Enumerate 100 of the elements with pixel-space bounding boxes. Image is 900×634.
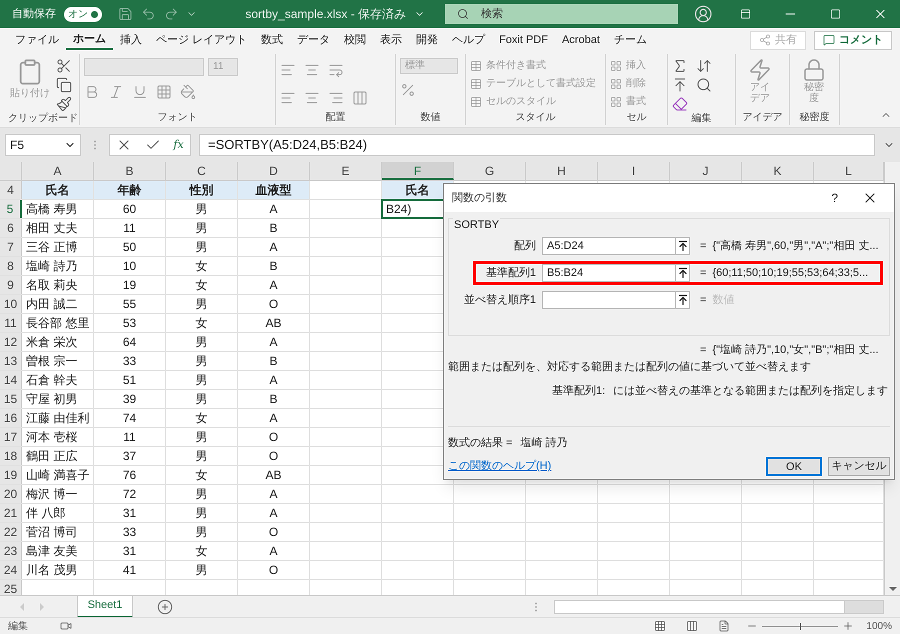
align-icon[interactable] [280,62,296,78]
ribbon-display-icon[interactable] [740,8,752,20]
row-header[interactable]: 11 [0,314,22,332]
zoom-in-icon[interactable] [842,620,854,632]
row-header[interactable]: 12 [0,333,22,351]
grid-icon[interactable] [610,60,622,72]
collapse-dialog-icon[interactable] [675,292,689,308]
scroll-down-icon[interactable] [888,587,896,591]
menu-tab[interactable]: データ [290,30,338,50]
collapse-dialog-icon[interactable] [675,265,689,281]
eraser-icon[interactable] [672,96,688,112]
row-header[interactable]: 23 [0,542,22,560]
page-break-icon[interactable] [718,620,730,632]
help-button[interactable]: ? [831,189,838,207]
maximize-icon[interactable] [830,8,842,20]
underline-icon[interactable] [132,84,148,100]
row-header[interactable]: 7 [0,238,22,256]
column-header[interactable]: K [742,162,814,180]
wrap-icon[interactable] [328,62,344,78]
horizontal-scrollbar[interactable] [554,600,884,614]
row-header[interactable]: 6 [0,219,22,237]
argument-field[interactable]: A5:D24 [542,237,690,255]
search-field[interactable]: 検索 [445,4,678,24]
ok-button[interactable]: OK [766,457,822,476]
copy-icon[interactable] [56,77,72,93]
header-cell: 血液型 [256,183,292,197]
row-header[interactable]: 21 [0,504,22,522]
menu-tab[interactable]: ページ レイアウト [149,30,254,50]
menu-tab[interactable]: 校閲 [337,30,374,50]
fill-color-icon[interactable] [180,84,196,100]
menu-tab[interactable]: チーム [606,30,654,50]
argument-field[interactable]: B5:B24 [542,264,690,282]
column-header[interactable]: B [94,162,166,180]
help-link[interactable]: この関数のヘルプ(H) [448,458,552,475]
autosave-toggle[interactable]: オン [64,6,102,22]
row-header[interactable]: 13 [0,352,22,370]
macro-record-icon[interactable] [60,620,72,632]
align-right-icon[interactable] [328,90,344,106]
menu-tab[interactable]: 挿入 [113,30,149,50]
row-header[interactable]: 9 [0,276,22,294]
collapse-dialog-icon[interactable] [675,238,689,254]
menu-tab[interactable]: ヘルプ [445,30,492,50]
row-header[interactable]: 18 [0,447,22,465]
merge-icon[interactable] [352,90,368,106]
paintbrush-icon[interactable] [56,96,72,112]
column-header[interactable]: J [670,162,742,180]
row-header[interactable]: 10 [0,295,22,313]
row-header[interactable]: 22 [0,523,22,541]
argument-field[interactable] [542,291,690,309]
row-header[interactable]: 25 [0,580,22,595]
row-header[interactable]: 8 [0,257,22,275]
menu-tab[interactable]: 数式 [254,30,290,50]
row-header[interactable]: 5 [0,200,22,218]
borders-icon[interactable] [156,84,172,100]
table-icon[interactable] [470,60,482,72]
menu-tab[interactable]: ホーム [66,30,113,50]
column-header[interactable]: H [526,162,598,180]
scissors-icon[interactable] [56,58,72,74]
account-icon[interactable] [694,4,712,24]
fill-icon[interactable] [672,77,688,93]
row-header[interactable]: 19 [0,466,22,484]
row-header[interactable]: 20 [0,485,22,503]
add-sheet-icon[interactable] [157,598,173,614]
column-header[interactable]: G [454,162,526,180]
function-icon[interactable]: fx [173,136,184,154]
menu-tab[interactable]: ファイル [8,30,66,50]
align-left-icon[interactable] [280,90,296,106]
row-header[interactable]: 14 [0,371,22,389]
comment-button[interactable]: コメント [814,30,892,50]
menu-tab[interactable]: 開発 [409,30,446,50]
row-header[interactable]: 17 [0,428,22,446]
row-header[interactable]: 16 [0,409,22,427]
sort-icon[interactable] [696,58,712,74]
menu-tab[interactable]: Foxit PDF [492,30,555,50]
normal-view-icon[interactable] [654,620,666,632]
column-header[interactable]: C [166,162,238,180]
grid-icon[interactable] [610,96,622,108]
row-header[interactable]: 4 [0,181,22,199]
page-layout-icon[interactable] [686,620,698,632]
column-header[interactable]: D [238,162,310,180]
table-icon[interactable] [470,78,482,90]
table-icon[interactable] [470,96,482,108]
column-header[interactable]: I [598,162,670,180]
align-center-icon[interactable] [304,90,320,106]
font-name-field[interactable] [84,58,204,76]
menu-tab[interactable]: 表示 [373,30,410,50]
italic-icon[interactable] [108,84,124,100]
column-header[interactable]: A [22,162,94,180]
sheet-tab[interactable]: Sheet1 [77,596,133,618]
name-box[interactable]: F5 [5,134,81,156]
formula-field[interactable]: =SORTBY(A5:D24,B5:B24) [199,134,875,156]
row-header[interactable]: 24 [0,561,22,579]
grid-icon[interactable] [610,78,622,90]
align-icon[interactable] [304,62,320,78]
column-header[interactable]: F [382,162,454,180]
row-header[interactable]: 15 [0,390,22,408]
cancel-button[interactable]: キャンセル [828,457,890,476]
menu-tab[interactable]: Acrobat [554,30,607,50]
search-icon[interactable] [696,77,712,93]
percent-icon[interactable] [400,82,416,98]
